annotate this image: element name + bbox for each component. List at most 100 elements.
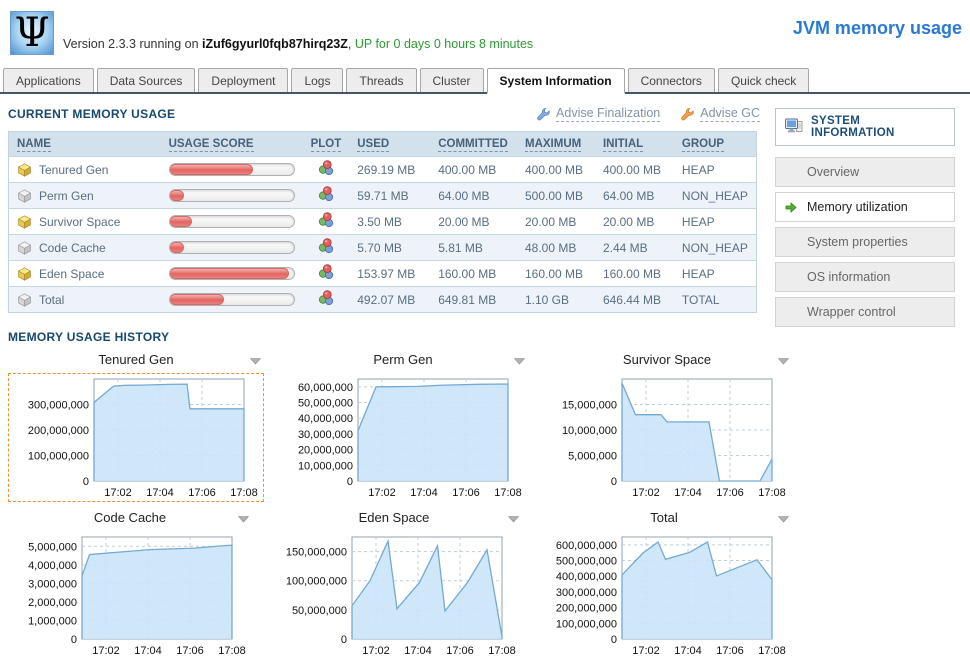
chart-menu-button[interactable] <box>250 358 261 365</box>
svg-text:17:02: 17:02 <box>104 487 132 499</box>
group-value: HEAP <box>674 157 757 183</box>
svg-text:4,000,000: 4,000,000 <box>28 560 77 572</box>
chart-cell-code-cache: Code Cache 01,000,0002,000,0003,000,0004… <box>8 510 252 660</box>
svg-text:100,000,000: 100,000,000 <box>556 618 617 630</box>
tab-system-information[interactable]: System Information <box>487 68 625 94</box>
group-value: NON_HEAP <box>674 183 757 209</box>
plot-link[interactable] <box>318 238 334 257</box>
sidebar-item-system-properties[interactable]: System properties <box>775 227 955 257</box>
plot-link[interactable] <box>318 264 334 283</box>
sidebar-item-wrapper-control[interactable]: Wrapper control <box>775 297 955 327</box>
svg-text:500,000,000: 500,000,000 <box>556 556 617 568</box>
column-header-plot[interactable]: PLOT <box>303 132 350 157</box>
chart-menu-button[interactable] <box>514 358 525 365</box>
plot-link[interactable] <box>318 186 334 205</box>
nonheap-cube-icon <box>17 189 32 203</box>
svg-text:5,000,000: 5,000,000 <box>568 451 617 463</box>
heap-cube-icon <box>17 267 32 281</box>
chart-plot-total[interactable]: 0100,000,000200,000,000300,000,000400,00… <box>536 531 792 660</box>
tab-data-sources[interactable]: Data Sources <box>97 68 196 92</box>
column-header-initial[interactable]: INITIAL <box>595 132 674 157</box>
column-header-usage-score[interactable]: USAGE SCORE <box>161 132 303 157</box>
chart-menu-button[interactable] <box>238 516 249 523</box>
column-header-maximum[interactable]: MAXIMUM <box>517 132 595 157</box>
committed-value: 5.81 MB <box>430 235 517 261</box>
advise-finalization-link[interactable]: Advise Finalization <box>536 106 660 122</box>
svg-text:17:02: 17:02 <box>92 645 120 657</box>
svg-text:1,000,000: 1,000,000 <box>28 615 77 627</box>
committed-value: 64.00 MB <box>430 183 517 209</box>
memory-history-title: MEMORY USAGE HISTORY <box>8 330 760 344</box>
chart-plot-survivor-space[interactable]: 05,000,00010,000,00015,000,00017:0217:04… <box>542 373 792 502</box>
svg-text:17:04: 17:04 <box>404 645 432 657</box>
svg-text:17:06: 17:06 <box>716 487 744 499</box>
sidebar-item-memory-utilization[interactable]: Memory utilization <box>775 192 955 222</box>
used-value: 3.50 MB <box>349 209 430 235</box>
chart-plot-eden-space[interactable]: 050,000,000100,000,000150,000,00017:0217… <box>266 531 522 660</box>
table-row-total: Total 492.07 MB649.81 MB1.10 GB646.44 MB… <box>9 287 757 313</box>
advise-gc-link[interactable]: Advise GC <box>680 106 760 122</box>
plot-link[interactable] <box>318 290 334 309</box>
host-name: iZuf6gyurl0fqb87hirq23Z <box>202 37 348 51</box>
initial-value: 646.44 MB <box>595 287 674 313</box>
svg-text:60,000,000: 60,000,000 <box>298 382 353 394</box>
app-logo[interactable]: Ψ <box>10 11 54 55</box>
svg-text:0: 0 <box>347 476 353 488</box>
column-header-group[interactable]: GROUP <box>674 132 757 157</box>
svg-text:17:08: 17:08 <box>488 645 516 657</box>
chart-title: Code Cache <box>94 510 166 525</box>
chart-menu-button[interactable] <box>508 516 519 523</box>
svg-text:17:02: 17:02 <box>632 487 660 499</box>
sidebar-item-label: Memory utilization <box>807 200 908 214</box>
tab-bar: ApplicationsData SourcesDeploymentLogsTh… <box>0 68 970 94</box>
maximum-value: 500.00 MB <box>517 183 595 209</box>
table-row-tenured-gen: Tenured Gen 269.19 MB400.00 MB400.00 MB4… <box>9 157 757 183</box>
svg-text:17:08: 17:08 <box>494 487 522 499</box>
column-header-name[interactable]: NAME <box>9 132 161 157</box>
used-value: 269.19 MB <box>349 157 430 183</box>
column-header-committed[interactable]: COMMITTED <box>430 132 517 157</box>
chart-title: Survivor Space <box>623 352 711 367</box>
usage-score-bar <box>169 215 295 228</box>
tab-logs[interactable]: Logs <box>291 68 343 92</box>
tab-threads[interactable]: Threads <box>346 68 416 92</box>
group-value: TOTAL <box>674 287 757 313</box>
tab-cluster[interactable]: Cluster <box>420 68 484 92</box>
column-header-used[interactable]: USED <box>349 132 430 157</box>
chart-plot-code-cache[interactable]: 01,000,0002,000,0003,000,0004,000,0005,0… <box>8 531 252 660</box>
sidebar-items: Overview Memory utilization System proper… <box>775 157 955 327</box>
group-value: NON_HEAP <box>674 235 757 261</box>
committed-value: 160.00 MB <box>430 261 517 287</box>
plot-link[interactable] <box>318 212 334 231</box>
sidebar-item-os-information[interactable]: OS information <box>775 262 955 292</box>
chart-cell-eden-space: Eden Space 050,000,000100,000,000150,000… <box>266 510 522 660</box>
sidebar-item-overview[interactable]: Overview <box>775 157 955 187</box>
active-arrow-icon <box>785 202 797 213</box>
tab-deployment[interactable]: Deployment <box>198 68 288 92</box>
svg-text:17:08: 17:08 <box>230 487 258 499</box>
chart-plot-perm-gen[interactable]: 010,000,00020,000,00030,000,00040,000,00… <box>278 373 528 502</box>
plot-link[interactable] <box>318 160 334 179</box>
svg-text:17:04: 17:04 <box>146 487 174 499</box>
monitor-icon <box>785 118 803 137</box>
current-memory-head: CURRENT MEMORY USAGE Advise Finalization… <box>8 106 760 122</box>
chevron-down-icon <box>778 516 789 523</box>
svg-text:17:04: 17:04 <box>674 487 702 499</box>
chart-menu-button[interactable] <box>778 358 789 365</box>
plot-icon <box>318 264 334 280</box>
svg-text:50,000,000: 50,000,000 <box>292 605 347 617</box>
tab-quick-check[interactable]: Quick check <box>718 68 809 92</box>
chart-cell-total: Total 0100,000,000200,000,000300,000,000… <box>536 510 792 660</box>
uptime-text: UP for 0 days 0 hours 8 minutes <box>355 37 533 51</box>
chart-plot-tenured-gen[interactable]: 0100,000,000200,000,000300,000,00017:021… <box>8 373 264 502</box>
svg-text:17:06: 17:06 <box>716 645 744 657</box>
svg-text:30,000,000: 30,000,000 <box>298 429 353 441</box>
tab-applications[interactable]: Applications <box>3 68 94 92</box>
svg-text:17:06: 17:06 <box>176 645 204 657</box>
svg-text:17:06: 17:06 <box>446 645 474 657</box>
svg-text:0: 0 <box>83 476 89 488</box>
used-value: 492.07 MB <box>349 287 430 313</box>
tab-connectors[interactable]: Connectors <box>628 68 715 92</box>
memory-history-section: MEMORY USAGE HISTORY Tenured Gen 0100,00… <box>8 330 760 660</box>
chart-menu-button[interactable] <box>778 516 789 523</box>
